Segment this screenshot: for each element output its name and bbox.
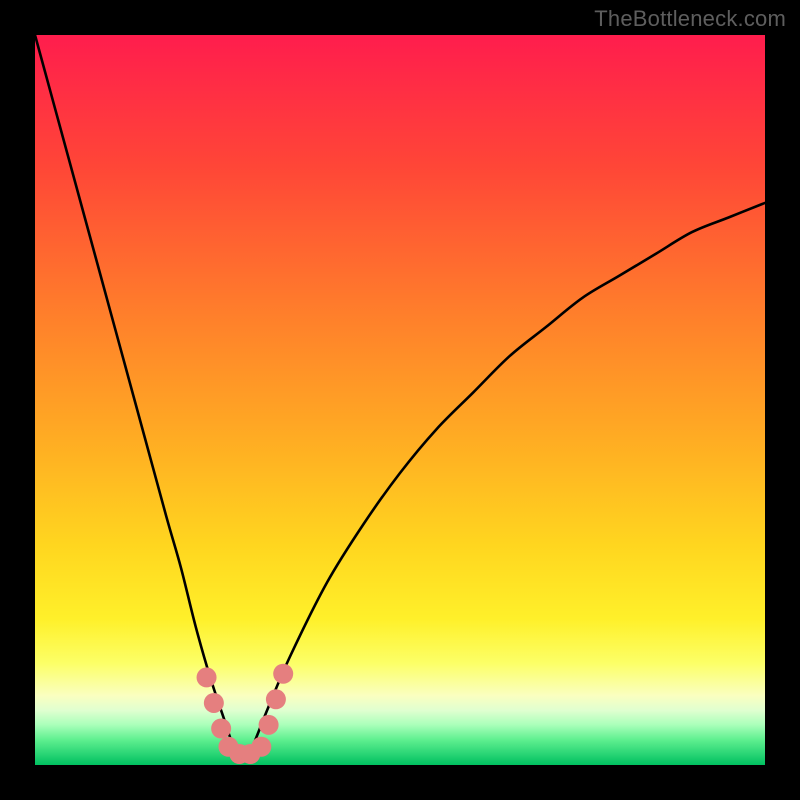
marker-dot	[273, 664, 293, 684]
marker-dot	[204, 693, 224, 713]
marker-dot	[259, 715, 279, 735]
marker-dot	[197, 667, 217, 687]
chart-container: TheBottleneck.com	[0, 0, 800, 800]
watermark-text: TheBottleneck.com	[594, 6, 786, 32]
marker-dot	[211, 719, 231, 739]
plot-area	[35, 35, 765, 765]
marker-dot	[266, 689, 286, 709]
gradient-background	[35, 35, 765, 765]
marker-dot	[251, 737, 271, 757]
chart-svg	[35, 35, 765, 765]
